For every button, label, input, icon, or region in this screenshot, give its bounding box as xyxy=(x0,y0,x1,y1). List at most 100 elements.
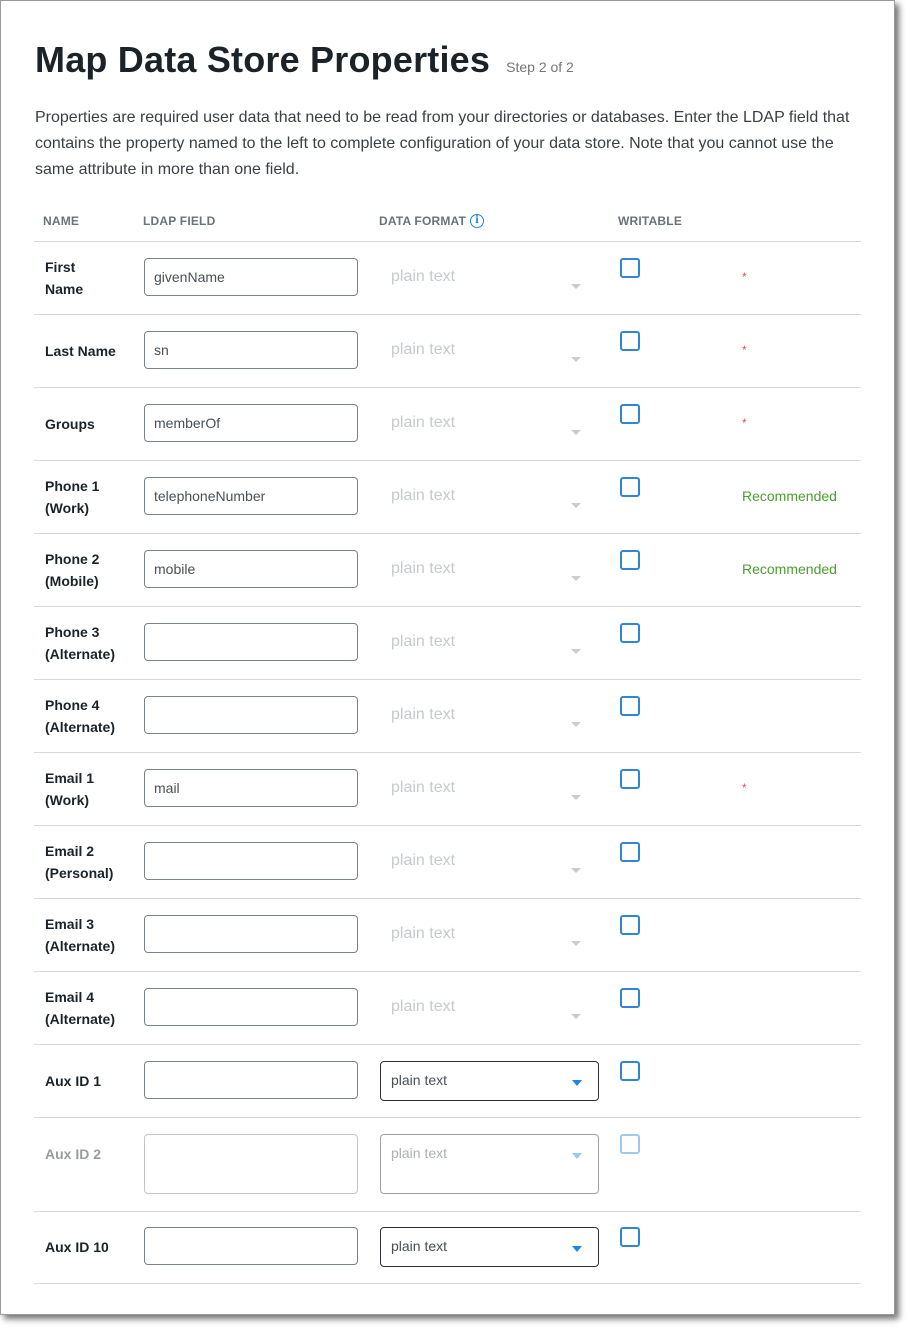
dialog-frame: Map Data Store Properties Step 2 of 2 Pr… xyxy=(0,0,895,1315)
required-marker: * xyxy=(742,781,747,795)
row-name: Email 4 (Alternate) xyxy=(45,986,115,1030)
data-format-value: plain text xyxy=(391,1145,448,1161)
ldap-field-input[interactable] xyxy=(144,1061,358,1099)
table-row: Aux ID 10 plain text xyxy=(34,1211,861,1284)
data-format-disabled: plain text xyxy=(391,633,456,650)
writable-checkbox[interactable] xyxy=(620,842,640,862)
chevron-down-icon xyxy=(572,1153,582,1159)
row-name-line1: Groups xyxy=(45,416,95,432)
row-name: Email 1 (Work) xyxy=(45,767,94,811)
chevron-down-icon xyxy=(571,868,581,873)
data-format-disabled: plain text xyxy=(391,852,456,869)
row-name-line1: First xyxy=(45,259,76,275)
data-format-value: plain text xyxy=(391,1072,448,1088)
chevron-down-icon xyxy=(572,1080,582,1086)
row-name-line1: Email 4 xyxy=(45,989,95,1005)
ldap-field-input[interactable]: memberOf xyxy=(144,404,358,442)
page-title: Map Data Store Properties xyxy=(35,39,491,80)
table-row: Email 4 (Alternate) plain text xyxy=(34,972,861,1045)
data-format-disabled: plain text xyxy=(391,341,456,358)
chevron-down-icon xyxy=(571,722,581,727)
data-format-disabled: plain text xyxy=(391,268,456,285)
ldap-field-input[interactable]: givenName xyxy=(144,258,358,296)
table-row: First Name givenName plain text * xyxy=(34,242,861,315)
row-name-line2: (Alternate) xyxy=(45,1011,116,1027)
row-name: Email 3 (Alternate) xyxy=(45,913,115,957)
chevron-down-icon xyxy=(571,430,581,435)
row-name-line2: (Mobile) xyxy=(45,573,99,589)
writable-checkbox[interactable] xyxy=(620,550,640,570)
table-row: Aux ID 1 plain text xyxy=(34,1045,861,1118)
writable-checkbox[interactable] xyxy=(620,1061,640,1081)
writable-checkbox[interactable] xyxy=(620,623,640,643)
table-row: Groups memberOf plain text * xyxy=(34,388,861,461)
writable-checkbox[interactable] xyxy=(620,1227,640,1247)
row-name: Phone 1 (Work) xyxy=(45,475,99,519)
table-row: Email 3 (Alternate) plain text xyxy=(34,899,861,972)
row-name-line1: Email 1 xyxy=(45,770,95,786)
chevron-down-icon xyxy=(571,576,581,581)
data-format-select[interactable]: plain text xyxy=(380,1134,599,1194)
required-marker: * xyxy=(742,270,747,284)
ldap-field-input[interactable] xyxy=(144,696,358,734)
data-format-select[interactable]: plain text xyxy=(380,1061,599,1101)
writable-checkbox[interactable] xyxy=(620,988,640,1008)
row-name: Phone 4 (Alternate) xyxy=(45,694,115,738)
writable-checkbox[interactable] xyxy=(620,404,640,424)
data-format-select[interactable]: plain text xyxy=(380,1227,599,1267)
writable-checkbox[interactable] xyxy=(620,1134,640,1154)
data-format-disabled: plain text xyxy=(391,487,456,504)
ldap-field-input[interactable] xyxy=(144,988,358,1026)
row-name-line1: Phone 3 xyxy=(45,624,100,640)
row-name-line2: (Personal) xyxy=(45,865,114,881)
row-name-line2: (Work) xyxy=(45,500,90,516)
row-name: Aux ID 1 xyxy=(45,1070,101,1092)
row-name-line2: (Alternate) xyxy=(45,646,116,662)
row-name-line1: Phone 1 xyxy=(45,478,100,494)
step-indicator: Step 2 of 2 xyxy=(506,59,574,75)
title-row: Map Data Store Properties Step 2 of 2 xyxy=(35,39,574,81)
ldap-field-input[interactable] xyxy=(144,623,358,661)
column-header-ldap-field: LDAP FIELD xyxy=(143,214,215,228)
data-format-disabled: plain text xyxy=(391,560,456,577)
column-header-format-label: DATA FORMAT xyxy=(379,214,467,228)
table-row: Email 1 (Work) mail plain text * xyxy=(34,753,861,826)
ldap-field-input[interactable]: mobile xyxy=(144,550,358,588)
writable-checkbox[interactable] xyxy=(620,769,640,789)
ldap-field-input[interactable] xyxy=(144,1134,358,1194)
column-header-data-format: DATA FORMAT i xyxy=(379,214,485,228)
writable-checkbox[interactable] xyxy=(620,477,640,497)
row-name-line2: (Work) xyxy=(45,792,90,808)
writable-checkbox[interactable] xyxy=(620,258,640,278)
row-name-line1: Last Name xyxy=(45,343,116,359)
row-name: Phone 2 (Mobile) xyxy=(45,548,99,592)
writable-checkbox[interactable] xyxy=(620,696,640,716)
row-name: Groups xyxy=(45,413,95,435)
data-format-disabled: plain text xyxy=(391,925,456,942)
required-marker: * xyxy=(742,416,747,430)
row-name-line2: (Alternate) xyxy=(45,719,116,735)
table-row: Phone 1 (Work) telephoneNumber plain text Re… xyxy=(34,461,861,534)
recommended-label: Recommended xyxy=(742,561,837,577)
row-name-line2: (Alternate) xyxy=(45,938,116,954)
row-name: Email 2 (Personal) xyxy=(45,840,113,884)
ldap-field-input[interactable]: sn xyxy=(144,331,358,369)
row-name-line2: Name xyxy=(45,281,84,297)
writable-checkbox[interactable] xyxy=(620,331,640,351)
table-row: Email 2 (Personal) plain text xyxy=(34,826,861,899)
column-header-name: NAME xyxy=(43,214,79,228)
column-header-writable-label: WRITABLE xyxy=(618,214,683,228)
ldap-field-input[interactable]: telephoneNumber xyxy=(144,477,358,515)
row-name-line1: Aux ID 2 xyxy=(45,1146,102,1162)
ldap-field-input[interactable]: mail xyxy=(144,769,358,807)
info-icon[interactable]: i xyxy=(470,214,485,228)
row-name-line1: Phone 2 xyxy=(45,551,100,567)
ldap-field-input[interactable] xyxy=(144,842,358,880)
row-name: Aux ID 10 xyxy=(45,1236,109,1258)
writable-checkbox[interactable] xyxy=(620,915,640,935)
ldap-field-input[interactable] xyxy=(144,915,358,953)
data-format-disabled: plain text xyxy=(391,779,456,796)
table-row: Phone 2 (Mobile) mobile plain text Recommend… xyxy=(34,534,861,607)
ldap-field-input[interactable] xyxy=(144,1227,358,1265)
row-name-line1: Aux ID 10 xyxy=(45,1239,109,1255)
